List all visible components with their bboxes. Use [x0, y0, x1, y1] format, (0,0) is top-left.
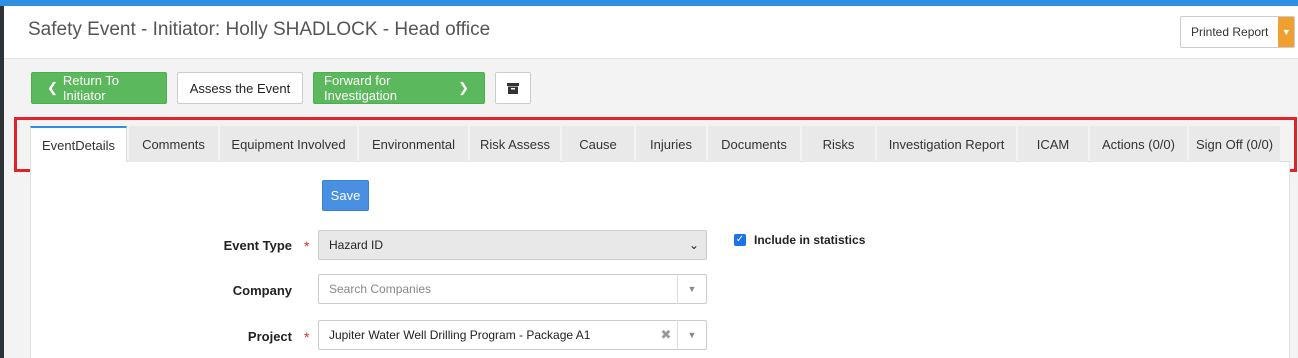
- tab-label: Comments: [142, 136, 205, 152]
- return-to-initiator-button[interactable]: ❮ Return To Initiator: [31, 72, 167, 104]
- action-toolbar: ❮ Return To Initiator Assess the Event F…: [31, 72, 531, 104]
- tab-label: EventDetails: [42, 138, 115, 153]
- chevron-down-icon: ⌄: [688, 238, 700, 252]
- tab-investigation-report[interactable]: Investigation Report: [877, 126, 1016, 162]
- tab-environmental[interactable]: Environmental: [359, 126, 468, 162]
- tab-label: Cause: [579, 136, 617, 152]
- clear-icon[interactable]: ✖: [655, 327, 677, 343]
- forward-for-investigation-label: Forward for Investigation: [324, 73, 397, 103]
- tab-event-details[interactable]: EventDetails: [30, 126, 127, 163]
- tab-label: Actions (0/0): [1102, 136, 1175, 152]
- caret-down-icon[interactable]: ▼: [678, 330, 706, 340]
- archive-icon: [507, 82, 519, 94]
- tab-risks[interactable]: Risks: [802, 126, 875, 162]
- caret-down-icon[interactable]: ▼: [1278, 17, 1295, 47]
- printed-report-button[interactable]: Printed Report ▼: [1180, 16, 1296, 48]
- archive-button[interactable]: [495, 72, 531, 104]
- tab-label: Injuries: [650, 136, 692, 152]
- return-to-initiator-label: Return To Initiator: [62, 73, 120, 103]
- project-label: Project: [247, 329, 292, 344]
- tab-label: Investigation Report: [888, 136, 1005, 152]
- tab-injuries[interactable]: Injuries: [636, 126, 706, 162]
- company-select[interactable]: Search Companies ▼: [318, 274, 707, 304]
- tab-cause[interactable]: Cause: [562, 126, 634, 162]
- tab-label: ICAM: [1036, 136, 1070, 152]
- event-type-label: Event Type: [223, 238, 292, 253]
- company-label: Company: [232, 283, 292, 298]
- event-type-value: Hazard ID: [329, 238, 384, 252]
- tab-documents[interactable]: Documents: [708, 126, 800, 162]
- chevron-right-icon: ❯: [458, 80, 469, 95]
- caret-down-icon[interactable]: ▼: [678, 284, 706, 294]
- tab-label: Equipment Involved: [231, 136, 346, 152]
- tab-label: Risk Assess: [479, 136, 551, 152]
- forward-for-investigation-button[interactable]: Forward for Investigation ❯: [313, 72, 485, 104]
- tab-comments[interactable]: Comments: [129, 126, 218, 162]
- assess-event-label: Assess the Event: [189, 80, 291, 96]
- tab-actions[interactable]: Actions (0/0): [1090, 126, 1187, 162]
- tab-sign-off[interactable]: Sign Off (0/0): [1189, 126, 1280, 162]
- page-header: Safety Event - Initiator: Holly SHADLOCK…: [4, 6, 1298, 59]
- printed-report-label: Printed Report: [1191, 25, 1269, 39]
- tab-icam[interactable]: ICAM: [1018, 126, 1088, 162]
- assess-event-button[interactable]: Assess the Event: [177, 72, 303, 104]
- event-type-select[interactable]: Hazard ID ⌄: [318, 230, 707, 260]
- tab-label: Risks: [822, 136, 855, 152]
- chevron-left-icon: ❮: [47, 80, 58, 95]
- required-marker: *: [304, 238, 310, 254]
- project-value: Jupiter Water Well Drilling Program - Pa…: [329, 328, 591, 342]
- tab-equipment-involved[interactable]: Equipment Involved: [220, 126, 357, 162]
- project-select[interactable]: Jupiter Water Well Drilling Program - Pa…: [318, 320, 707, 350]
- required-marker: *: [304, 329, 310, 345]
- save-button[interactable]: Save: [322, 180, 369, 211]
- tab-risk-assess[interactable]: Risk Assess: [470, 126, 560, 162]
- tab-label: Sign Off (0/0): [1195, 136, 1274, 152]
- company-placeholder: Search Companies: [329, 282, 432, 296]
- include-statistics-option[interactable]: ✓ Include in statistics: [734, 233, 865, 247]
- tab-label: Documents: [721, 136, 787, 152]
- include-statistics-checkbox[interactable]: ✓: [734, 234, 746, 246]
- tab-bar: EventDetails Comments Equipment Involved…: [30, 126, 1290, 163]
- tab-label: Environmental: [371, 136, 456, 152]
- include-statistics-label: Include in statistics: [754, 233, 866, 247]
- page-title: Safety Event - Initiator: Holly SHADLOCK…: [28, 19, 491, 40]
